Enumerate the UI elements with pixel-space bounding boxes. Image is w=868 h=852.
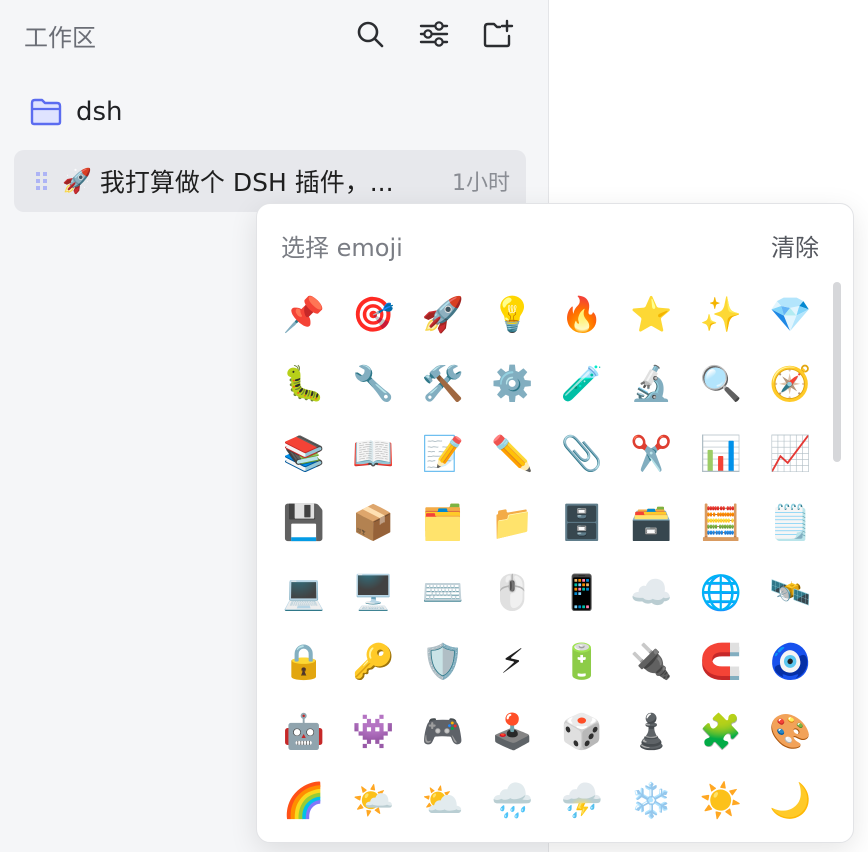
emoji-option[interactable]: 🌙 xyxy=(756,767,826,837)
emoji-option[interactable]: 🗂️ xyxy=(408,489,478,559)
doc-title: 我打算做个 DSH 插件，... xyxy=(99,168,394,197)
emoji-option[interactable]: 🛡️ xyxy=(408,628,478,698)
emoji-option[interactable]: 📈 xyxy=(756,419,826,489)
emoji-option[interactable]: 🎮 xyxy=(408,697,478,767)
emoji-option[interactable]: 🌈 xyxy=(269,767,339,837)
emoji-option[interactable]: 🖱️ xyxy=(478,558,548,628)
emoji-option[interactable]: 🗒️ xyxy=(756,489,826,559)
drag-handle-icon[interactable] xyxy=(34,170,56,192)
emoji-option[interactable]: 🎲 xyxy=(547,697,617,767)
emoji-option[interactable]: 🔧 xyxy=(339,350,409,420)
emoji-option[interactable]: 🤖 xyxy=(269,697,339,767)
emoji-option[interactable]: 📚 xyxy=(269,419,339,489)
emoji-option[interactable]: 📦 xyxy=(339,489,409,559)
emoji-option[interactable]: 🧿 xyxy=(756,628,826,698)
workspace-title: 工作区 xyxy=(24,24,96,52)
emoji-option[interactable]: ✨ xyxy=(686,280,756,350)
emoji-option[interactable]: 📌 xyxy=(269,280,339,350)
emoji-option[interactable]: 🧪 xyxy=(547,350,617,420)
clear-emoji-button[interactable]: 清除 xyxy=(771,228,819,263)
emoji-option[interactable]: 🗃️ xyxy=(617,489,687,559)
emoji-option[interactable]: ⛅ xyxy=(408,767,478,837)
emoji-option[interactable]: 🔬 xyxy=(617,350,687,420)
search-icon xyxy=(357,21,384,48)
emoji-option[interactable]: 📁 xyxy=(478,489,548,559)
emoji-option[interactable]: ☁️ xyxy=(617,558,687,628)
emoji-option[interactable]: 📖 xyxy=(339,419,409,489)
emoji-option[interactable]: 🌧️ xyxy=(478,767,548,837)
emoji-option[interactable]: 🐛 xyxy=(269,350,339,420)
emoji-option[interactable]: 🔑 xyxy=(339,628,409,698)
emoji-picker-title: 选择 emoji xyxy=(281,234,403,262)
folder-name: dsh xyxy=(76,97,123,127)
emoji-option[interactable]: 🎨 xyxy=(756,697,826,767)
emoji-option[interactable]: 📊 xyxy=(686,419,756,489)
emoji-grid: 📌 🎯 🚀 💡 🔥 ⭐ ✨ 💎 🐛 🔧 🛠️ ⚙️ 🧪 🔬 🔍 🧭 📚 📖 📝 ✏️ 📎 ✂️ 📊 📈 💾 📦 🗂️ 📁 🗄️ 🗃️ 🧮 🗒️… xyxy=(269,280,825,836)
emoji-option[interactable]: 🌐 xyxy=(686,558,756,628)
emoji-option[interactable]: 👾 xyxy=(339,697,409,767)
emoji-picker: 选择 emoji 清除 📌 🎯 🚀 💡 🔥 ⭐ ✨ 💎 🐛 🔧 🛠️ ⚙️ 🧪 🔬 🔍 🧭 📚 📖 📝 ✏️ 📎 ✂️ 📊 📈… xyxy=(256,203,854,843)
emoji-option[interactable]: ♟️ xyxy=(617,697,687,767)
emoji-option[interactable]: ⚙️ xyxy=(478,350,548,420)
emoji-option[interactable]: 🔒 xyxy=(269,628,339,698)
doc-emoji[interactable]: 🚀 xyxy=(62,167,92,195)
search-button[interactable] xyxy=(352,16,388,52)
emoji-option[interactable]: ✏️ xyxy=(478,419,548,489)
emoji-option[interactable]: 💻 xyxy=(269,558,339,628)
emoji-option[interactable]: 🖥️ xyxy=(339,558,409,628)
folder-item-dsh[interactable]: dsh xyxy=(30,92,123,132)
filter-button[interactable] xyxy=(416,16,452,52)
emoji-option[interactable]: 🔋 xyxy=(547,628,617,698)
emoji-option[interactable]: 🚀 xyxy=(408,280,478,350)
emoji-option[interactable]: 🧭 xyxy=(756,350,826,420)
emoji-option[interactable]: 🔍 xyxy=(686,350,756,420)
folder-icon xyxy=(30,98,62,126)
new-folder-button[interactable] xyxy=(480,16,516,52)
emoji-option[interactable]: ⛈️ xyxy=(547,767,617,837)
emoji-option[interactable]: 📝 xyxy=(408,419,478,489)
emoji-option[interactable]: 🗄️ xyxy=(547,489,617,559)
emoji-option[interactable]: 💎 xyxy=(756,280,826,350)
emoji-option[interactable]: 📱 xyxy=(547,558,617,628)
emoji-option[interactable]: 💾 xyxy=(269,489,339,559)
emoji-option[interactable]: ✂️ xyxy=(617,419,687,489)
filter-sliders-icon xyxy=(419,21,449,47)
emoji-option[interactable]: 🛰️ xyxy=(756,558,826,628)
emoji-option[interactable]: 🧮 xyxy=(686,489,756,559)
new-folder-icon xyxy=(483,19,514,48)
emoji-option[interactable]: 🧩 xyxy=(686,697,756,767)
emoji-option[interactable]: 📎 xyxy=(547,419,617,489)
emoji-option[interactable]: ⌨️ xyxy=(408,558,478,628)
emoji-option[interactable]: 💡 xyxy=(478,280,548,350)
emoji-option[interactable]: 🔥 xyxy=(547,280,617,350)
emoji-option[interactable]: ⭐ xyxy=(617,280,687,350)
emoji-option[interactable]: 🕹️ xyxy=(478,697,548,767)
emoji-option[interactable]: 🧲 xyxy=(686,628,756,698)
emoji-option[interactable]: 🛠️ xyxy=(408,350,478,420)
emoji-option[interactable]: ☀️ xyxy=(686,767,756,837)
emoji-option[interactable]: 🌤️ xyxy=(339,767,409,837)
emoji-option[interactable]: 🔌 xyxy=(617,628,687,698)
emoji-option[interactable]: 🎯 xyxy=(339,280,409,350)
doc-timestamp: 1小时 xyxy=(452,171,510,196)
emoji-option[interactable]: ⚡ xyxy=(478,628,548,698)
emoji-option[interactable]: ❄️ xyxy=(617,767,687,837)
scrollbar-thumb[interactable] xyxy=(833,282,841,462)
